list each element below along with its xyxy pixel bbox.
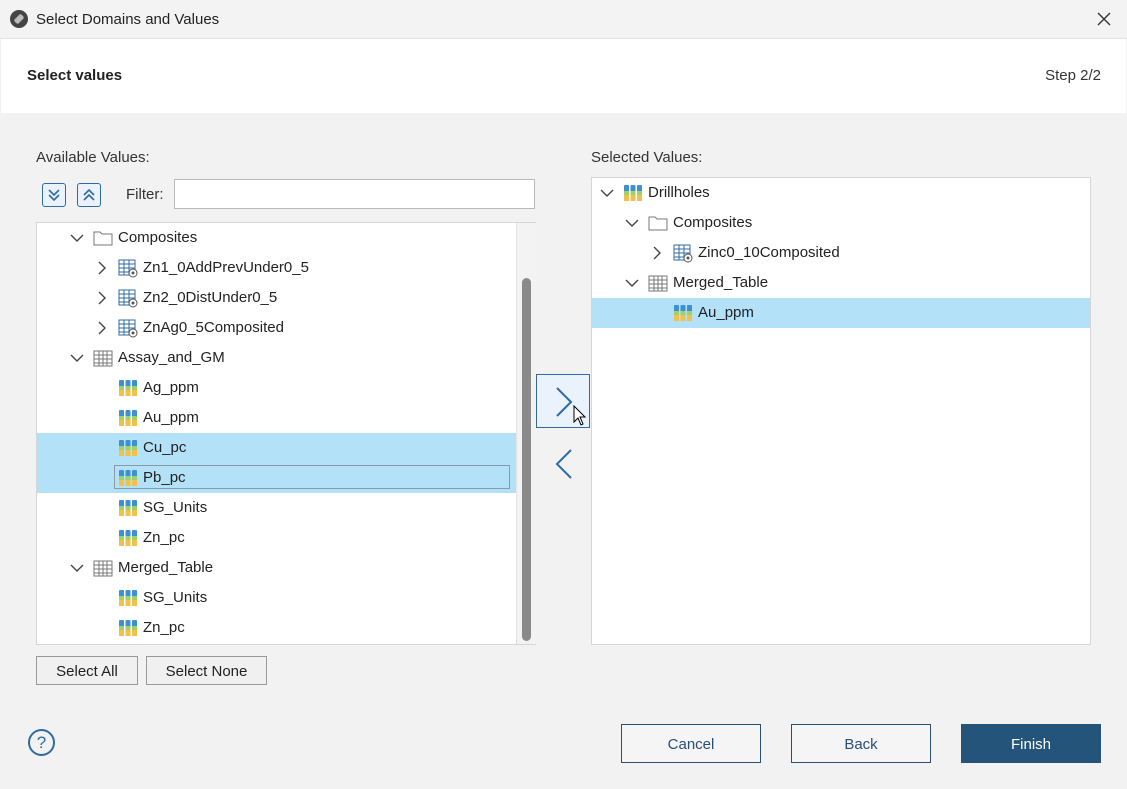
merged-table-icon: [93, 350, 113, 367]
chevron-right-icon[interactable]: [94, 290, 110, 306]
chevron-down-icon[interactable]: [624, 275, 640, 291]
table-icon: [118, 289, 138, 308]
tree-row[interactable]: Zn_pc: [37, 523, 516, 553]
help-icon: ?: [36, 733, 47, 752]
tree-row-label: Composites: [673, 214, 753, 231]
tree-row[interactable]: ZnAg0_5Composited: [37, 313, 516, 343]
tree-row[interactable]: Merged_Table: [592, 268, 1090, 298]
step-indicator: Step 2/2: [1045, 67, 1101, 84]
tree-row[interactable]: SG_Units: [37, 583, 516, 613]
close-button[interactable]: [1081, 0, 1127, 38]
filter-input[interactable]: [174, 179, 535, 209]
tree-row-label: ZnAg0_5Composited: [143, 319, 284, 336]
folder-icon: [648, 216, 668, 231]
tree-row-label: Assay_and_GM: [118, 349, 225, 366]
select-none-button[interactable]: Select None: [146, 656, 267, 685]
tree-row-label: Au_ppm: [143, 409, 199, 426]
merged-table-icon: [648, 275, 668, 292]
values-icon: [119, 410, 137, 426]
values-icon: [119, 440, 137, 456]
wizard-header: Select values Step 2/2: [1, 39, 1126, 113]
collapse-all-icon: [83, 188, 95, 201]
tree-row[interactable]: Merged_Table: [37, 553, 516, 583]
chevron-down-icon[interactable]: [624, 215, 640, 231]
tree-row-label: Zn1_0AddPrevUnder0_5: [143, 259, 309, 276]
tree-row[interactable]: Drillholes: [592, 178, 1090, 208]
tree-row[interactable]: Composites: [37, 223, 516, 253]
values-icon: [119, 500, 137, 516]
values-icon: [119, 590, 137, 606]
focus-outline: [114, 465, 510, 489]
values-icon: [624, 185, 642, 201]
tree-row-label: Composites: [118, 229, 198, 246]
tree-row-label: Zn_pc: [143, 619, 185, 636]
tree-row-label: Zn2_0DistUnder0_5: [143, 289, 278, 306]
merged-table-icon: [93, 560, 113, 577]
chevron-right-icon[interactable]: [649, 245, 665, 261]
help-button[interactable]: ?: [28, 729, 55, 756]
remove-selected-button[interactable]: [536, 436, 590, 490]
table-icon: [118, 319, 138, 338]
available-values-tree[interactable]: Composites Zn1_0AddPrevUnder0_5 Zn2_0DistU…: [36, 222, 536, 645]
chevron-right-icon[interactable]: [94, 320, 110, 336]
tree-row-label: Zinc0_10Composited: [698, 244, 840, 261]
tree-row-label: Au_ppm: [698, 304, 754, 321]
values-icon: [674, 305, 692, 321]
title-bar: Select Domains and Values: [0, 0, 1127, 39]
close-icon: [1097, 12, 1111, 26]
app-logo-icon: [10, 10, 28, 28]
select-all-button[interactable]: Select All: [36, 656, 138, 685]
back-button[interactable]: Back: [791, 724, 931, 763]
tree-row[interactable]: Zinc0_10Composited: [592, 238, 1090, 268]
window-title: Select Domains and Values: [36, 11, 220, 28]
tree-row-label: SG_Units: [143, 499, 208, 516]
expand-all-button[interactable]: [42, 183, 66, 207]
tree-row[interactable]: Au_ppm: [592, 298, 1090, 328]
tree-row[interactable]: Composites: [592, 208, 1090, 238]
chevron-down-icon[interactable]: [599, 185, 615, 201]
tree-row-label: Zn_pc: [143, 529, 185, 546]
tree-row-label: Merged_Table: [673, 274, 769, 291]
values-icon: [119, 620, 137, 636]
mouse-cursor-icon: [573, 405, 587, 426]
tree-row[interactable]: Cu_pc: [37, 433, 516, 463]
cancel-button[interactable]: Cancel: [621, 724, 761, 763]
selected-values-tree[interactable]: Drillholes Composites Zinc0_10Composited Me…: [591, 177, 1091, 645]
page-title: Select values: [27, 67, 123, 84]
tree-row[interactable]: Zn1_0AddPrevUnder0_5: [37, 253, 516, 283]
table-icon: [118, 259, 138, 278]
tree-row[interactable]: Ag_ppm: [37, 373, 516, 403]
folder-icon: [93, 231, 113, 246]
values-icon: [119, 530, 137, 546]
tree-row[interactable]: SG_Units: [37, 493, 516, 523]
tree-row-label: SG_Units: [143, 589, 208, 606]
scrollbar-thumb[interactable]: [522, 278, 531, 641]
expand-all-icon: [48, 189, 60, 202]
available-values-label: Available Values:: [36, 149, 150, 166]
tree-row[interactable]: Zn2_0DistUnder0_5: [37, 283, 516, 313]
collapse-all-button[interactable]: [77, 183, 101, 207]
chevron-down-icon[interactable]: [69, 350, 85, 366]
tree-row[interactable]: Zn_pc: [37, 613, 516, 643]
tree-row-label: Ag_ppm: [143, 379, 199, 396]
chevron-down-icon[interactable]: [69, 230, 85, 246]
values-icon: [119, 380, 137, 396]
filter-label: Filter:: [126, 186, 164, 203]
tree-row-label: Merged_Table: [118, 559, 214, 576]
tree-row-label: Drillholes: [648, 184, 710, 201]
selected-values-label: Selected Values:: [591, 149, 703, 166]
chevron-right-icon[interactable]: [94, 260, 110, 276]
tree-row-label: Cu_pc: [143, 439, 187, 456]
chevron-left-icon: [555, 449, 572, 479]
finish-button[interactable]: Finish: [961, 724, 1101, 763]
tree-row[interactable]: Au_ppm: [37, 403, 516, 433]
tree-row[interactable]: Pb_pc: [37, 463, 516, 493]
tree-row[interactable]: Assay_and_GM: [37, 343, 516, 373]
chevron-down-icon[interactable]: [69, 560, 85, 576]
table-icon: [673, 244, 693, 263]
